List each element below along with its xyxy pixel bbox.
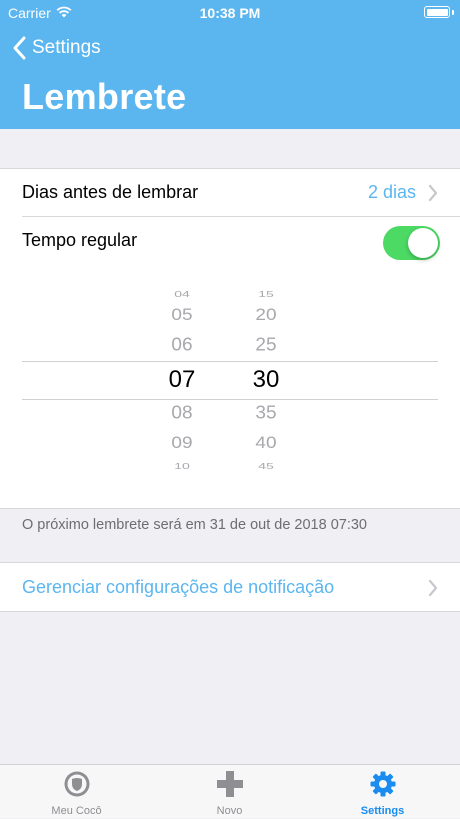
picker-minute-item[interactable]: 20	[236, 307, 296, 326]
tab-meu-coco[interactable]: Meu Cocô	[0, 765, 153, 819]
picker-minute-item[interactable]: 40	[236, 435, 296, 454]
plus-icon	[217, 771, 243, 797]
shield-icon	[64, 771, 90, 797]
time-picker[interactable]: 04 05 06 07 08 09 10 15 20 25 30 35 40 4…	[22, 277, 438, 479]
days-before-value: 2 dias	[367, 182, 416, 202]
regular-time-label: Tempo regular	[22, 230, 138, 250]
picker-hour-item[interactable]: 10	[152, 459, 212, 472]
picker-hour-item[interactable]: 08	[152, 404, 212, 425]
page-title: Lembrete	[22, 76, 187, 117]
battery-icon	[424, 6, 450, 18]
status-bar: Carrier 10:38 PM	[0, 0, 460, 26]
picker-minute-item[interactable]: 45	[236, 459, 296, 472]
tab-label: Settings	[360, 805, 405, 817]
picker-minute-item[interactable]: 25	[236, 336, 296, 357]
tab-label: Novo	[216, 805, 243, 817]
picker-selection-line-bottom	[22, 399, 438, 400]
picker-minute-item[interactable]: 35	[236, 404, 296, 425]
regular-time-row: Tempo regular	[22, 217, 460, 265]
tab-novo[interactable]: Novo	[153, 765, 306, 819]
days-before-row[interactable]: Dias antes de lembrar 2 dias	[22, 169, 460, 217]
days-before-label: Dias antes de lembrar	[22, 182, 199, 202]
chevron-left-icon	[13, 36, 26, 60]
picker-hour-item[interactable]: 04	[152, 287, 212, 300]
tab-bar: Meu Cocô Novo Settings	[0, 764, 460, 818]
manage-notifications-row[interactable]: Gerenciar configurações de notificação	[0, 562, 460, 612]
navigation-header: Carrier 10:38 PM Settings Lembrete	[0, 0, 460, 129]
chevron-right-icon	[428, 580, 438, 596]
back-label: Settings	[32, 37, 101, 58]
next-reminder-text: O próximo lembrete será em 31 de out de …	[22, 517, 367, 533]
minute-wheel[interactable]: 15 20 25 30 35 40 45	[236, 277, 296, 479]
tab-label: Meu Cocô	[51, 805, 102, 817]
back-button[interactable]: Settings	[12, 33, 101, 63]
status-time: 10:38 PM	[199, 5, 261, 21]
reminder-settings-section: Dias antes de lembrar 2 dias Tempo regul…	[0, 168, 460, 509]
tab-settings[interactable]: Settings	[306, 765, 459, 819]
picker-minute-selected[interactable]: 30	[236, 366, 296, 394]
picker-hour-item[interactable]: 06	[152, 336, 212, 357]
picker-hour-selected[interactable]: 07	[152, 366, 212, 394]
picker-minute-item[interactable]: 15	[236, 287, 296, 300]
regular-time-toggle[interactable]	[383, 226, 440, 260]
chevron-right-icon	[428, 185, 438, 201]
battery-cap	[452, 10, 454, 15]
gear-icon	[370, 771, 396, 797]
toggle-knob	[408, 228, 438, 258]
hour-wheel[interactable]: 04 05 06 07 08 09 10	[152, 277, 212, 479]
picker-selection-line-top	[22, 361, 438, 362]
picker-hour-item[interactable]: 05	[152, 307, 212, 326]
manage-notifications-label: Gerenciar configurações de notificação	[22, 577, 335, 597]
picker-hour-item[interactable]: 09	[152, 435, 212, 454]
